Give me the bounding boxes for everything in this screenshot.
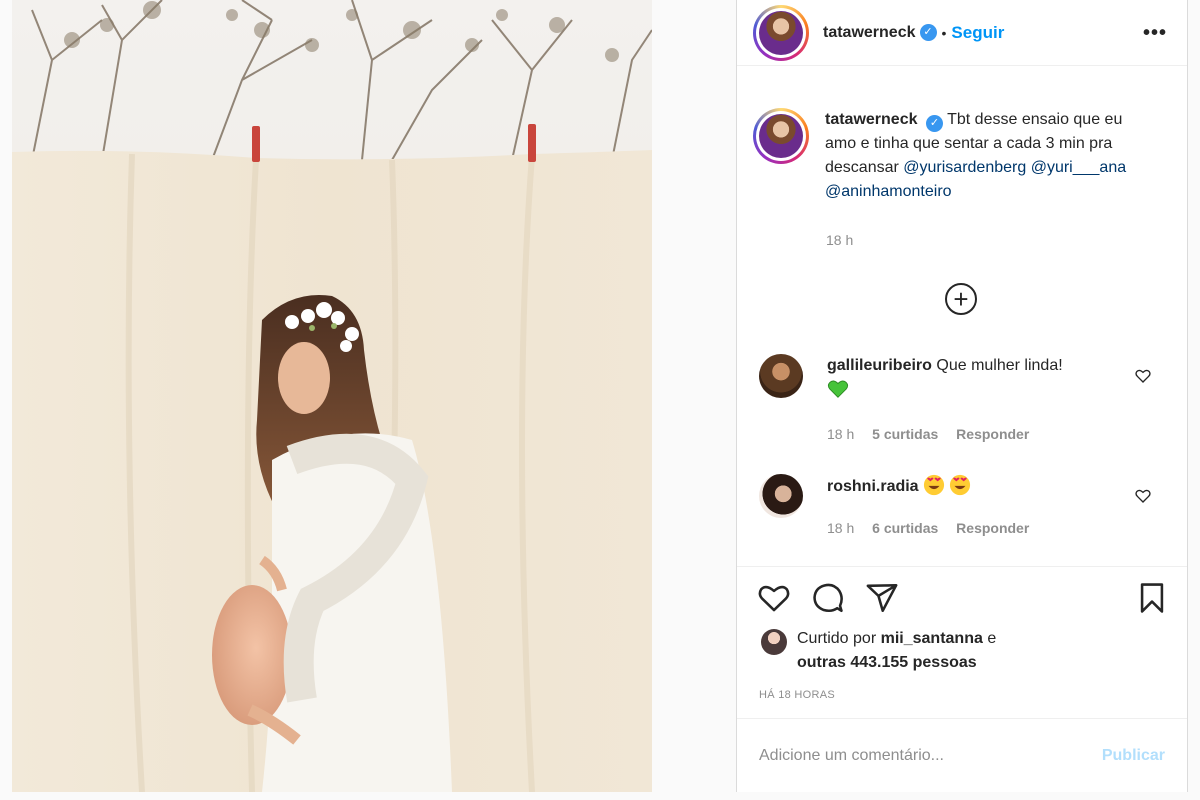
- more-options-icon[interactable]: •••: [1143, 22, 1167, 45]
- caption-username[interactable]: tatawerneck: [825, 111, 918, 128]
- heart-eyes-emoji: [950, 474, 971, 496]
- like-comment-heart-icon[interactable]: [1135, 368, 1151, 384]
- post-photo-graphic: [12, 0, 652, 792]
- heart-eyes-emoji: [923, 474, 945, 496]
- header-separator: •: [941, 24, 947, 41]
- like-comment-heart-icon[interactable]: [1135, 488, 1151, 504]
- green-heart-emoji: [827, 380, 849, 398]
- comment-meta: 18 h 5 curtidas Responder: [827, 426, 1043, 442]
- heart-icon[interactable]: [757, 581, 791, 615]
- verified-badge-icon: ✓: [925, 115, 943, 132]
- bookmark-icon[interactable]: [1135, 581, 1169, 615]
- comment-body: roshni.radia: [827, 474, 1117, 499]
- comment-time[interactable]: 18 h: [827, 520, 854, 536]
- caption-avatar-border: [756, 111, 806, 161]
- plus-circle-icon[interactable]: +: [945, 283, 977, 315]
- add-comment-bar: Publicar: [737, 718, 1187, 792]
- post-side-panel: tatawerneck ✓ • Seguir ••• tatawerneck ✓…: [736, 0, 1188, 792]
- commenter-username[interactable]: roshni.radia: [827, 478, 919, 495]
- comment-time[interactable]: 18 h: [827, 426, 854, 442]
- comments-section[interactable]: tatawerneck ✓ Tbt desse ensaio que eu am…: [737, 66, 1187, 566]
- liker-avatar[interactable]: [761, 629, 787, 655]
- publish-button[interactable]: Publicar: [1102, 747, 1165, 765]
- author-avatar-image: [759, 10, 803, 55]
- author-username[interactable]: tatawerneck: [823, 24, 916, 42]
- caption: tatawerneck ✓ Tbt desse ensaio que eu am…: [753, 108, 1145, 204]
- post-timestamp[interactable]: HÁ 18 HORAS: [759, 689, 835, 701]
- caption-timestamp[interactable]: 18 h: [826, 232, 853, 248]
- comment-meta: 18 h 6 curtidas Responder: [827, 520, 1043, 536]
- verified-badge-icon: ✓: [919, 24, 937, 41]
- comment-input[interactable]: [759, 746, 1102, 765]
- author-avatar-border: [756, 7, 806, 58]
- commenter-username[interactable]: gallileuribeiro: [827, 357, 932, 374]
- follow-button[interactable]: Seguir: [951, 23, 1004, 43]
- post-header: tatawerneck ✓ • Seguir •••: [737, 0, 1187, 66]
- comment-icon[interactable]: [811, 581, 845, 615]
- commenter-avatar[interactable]: [759, 354, 803, 398]
- reply-button[interactable]: Responder: [956, 520, 1029, 536]
- caption-text: tatawerneck ✓ Tbt desse ensaio que eu am…: [825, 108, 1145, 204]
- comment-likes[interactable]: 6 curtidas: [872, 520, 938, 536]
- caption-mention[interactable]: @yurisardenberg: [903, 159, 1026, 176]
- likes-count[interactable]: outras 443.155 pessoas: [797, 654, 977, 671]
- liker-username[interactable]: mii_santanna: [881, 630, 983, 647]
- post-photo[interactable]: [12, 0, 652, 792]
- liked-by-text: Curtido por mii_santanna e outras 443.15…: [797, 627, 996, 675]
- caption-mention[interactable]: @aninhamonteiro: [825, 183, 952, 200]
- caption-avatar-image: [759, 114, 803, 158]
- author-avatar[interactable]: [753, 4, 809, 61]
- share-icon[interactable]: [865, 581, 899, 615]
- post-actions: Curtido por mii_santanna e outras 443.15…: [737, 566, 1187, 718]
- browser-frame: tatawerneck ✓ • Seguir ••• tatawerneck ✓…: [0, 0, 1200, 800]
- comment-likes[interactable]: 5 curtidas: [872, 426, 938, 442]
- comment-text: Que mulher linda!: [936, 357, 1063, 374]
- liked-by-joiner: e: [987, 630, 997, 647]
- reply-button[interactable]: Responder: [956, 426, 1029, 442]
- caption-mention[interactable]: @yuri___ana: [1031, 159, 1126, 176]
- caption-author-avatar[interactable]: [753, 108, 809, 164]
- commenter-avatar[interactable]: [759, 474, 803, 518]
- liked-by: Curtido por mii_santanna e outras 443.15…: [761, 627, 996, 675]
- liked-by-prefix: Curtido por: [797, 630, 877, 647]
- comment-body: gallileuribeiro Que mulher linda!: [827, 354, 1117, 403]
